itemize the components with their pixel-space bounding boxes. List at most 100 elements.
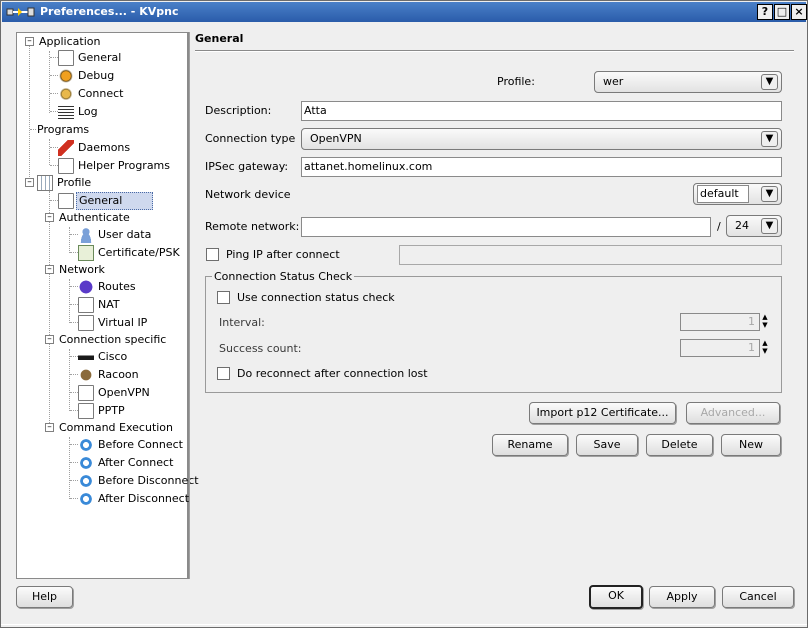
chevron-down-icon[interactable]: ▼ <box>761 186 778 202</box>
remote-network-label: Remote network: <box>205 220 300 233</box>
tree-item-pptp[interactable]: PPTP <box>78 402 127 420</box>
page-title: General <box>195 32 244 45</box>
tree-line <box>50 75 58 76</box>
success-count-spin-arrows-icon[interactable]: ▲ ▼ <box>759 339 771 357</box>
ok-button[interactable]: OK <box>589 585 643 609</box>
tree-line <box>69 227 70 253</box>
ping-ip-field[interactable] <box>399 245 782 265</box>
collapse-command-execution-icon[interactable]: – <box>45 423 54 432</box>
remote-network-field[interactable] <box>301 217 711 237</box>
collapse-network-icon[interactable]: – <box>45 265 54 274</box>
help-button[interactable]: Help <box>16 586 73 608</box>
tree-line <box>50 200 58 201</box>
rename-button[interactable]: Rename <box>492 434 568 456</box>
cancel-button[interactable]: Cancel <box>722 586 794 608</box>
netmask-value: 24 <box>735 219 749 232</box>
user-icon <box>78 227 94 243</box>
tree-item-routes[interactable]: Routes <box>78 278 138 296</box>
advanced-button[interactable]: Advanced... <box>686 402 780 424</box>
title-bar[interactable]: Preferences... - KVpnc ? □ × <box>2 2 807 22</box>
tree-item-openvpn[interactable]: OpenVPN <box>78 384 152 402</box>
tree-item-app-general[interactable]: General <box>58 49 123 67</box>
tree-item-command-execution[interactable]: Command Execution <box>57 419 175 437</box>
import-p12-button[interactable]: Import p12 Certificate... <box>529 402 676 424</box>
reconnect-label[interactable]: Do reconnect after connection lost <box>237 367 428 380</box>
use-status-check-label[interactable]: Use connection status check <box>237 291 395 304</box>
network-device-input[interactable]: default <box>697 185 749 203</box>
profile-label: Profile: <box>497 75 535 88</box>
collapse-connection-specific-icon[interactable]: – <box>45 335 54 344</box>
tree-item-virtual-ip[interactable]: Virtual IP <box>78 314 149 332</box>
delete-button[interactable]: Delete <box>646 434 713 456</box>
tree-line <box>70 252 78 253</box>
document-icon <box>58 50 74 66</box>
success-count-field[interactable]: 1 <box>680 339 760 357</box>
tree-line <box>70 392 78 393</box>
tree-item-profile[interactable]: Profile <box>37 174 93 192</box>
chevron-down-icon[interactable]: ▼ <box>761 74 778 90</box>
tree-item-connect[interactable]: Connect <box>58 85 125 103</box>
connection-type-select[interactable]: OpenVPN ▼ <box>301 128 782 150</box>
tree-item-nat[interactable]: NAT <box>78 296 122 314</box>
collapse-profile-icon[interactable]: – <box>25 178 34 187</box>
close-button[interactable]: × <box>791 4 807 20</box>
network-device-label: Network device <box>205 188 291 201</box>
tree-item-before-connect[interactable]: Before Connect <box>78 436 185 454</box>
tree-item-daemons[interactable]: Daemons <box>58 139 132 157</box>
use-status-check-checkbox[interactable] <box>217 291 230 304</box>
collapse-application-icon[interactable]: – <box>25 37 34 46</box>
tree-line <box>70 462 78 463</box>
preferences-tree[interactable]: – Application General Debug Connect Log … <box>16 32 199 579</box>
netmask-separator: / <box>717 220 721 233</box>
ipsec-gateway-field[interactable]: attanet.homelinux.com <box>301 157 782 177</box>
document-icon <box>58 193 74 209</box>
tree-item-programs[interactable]: Programs <box>35 121 91 139</box>
tree-item-after-disconnect[interactable]: After Disconnect <box>78 490 191 508</box>
tree-item-profile-general[interactable]: General <box>58 192 154 210</box>
help-title-button[interactable]: ? <box>757 4 773 20</box>
tree-item-certificate-psk[interactable]: Certificate/PSK <box>78 244 182 262</box>
interval-field[interactable]: 1 <box>680 313 760 331</box>
collapse-authenticate-icon[interactable]: – <box>45 213 54 222</box>
tree-item-connection-specific[interactable]: Connection specific <box>57 331 168 349</box>
preferences-window: Preferences... - KVpnc ? □ × – Applicati… <box>0 0 808 628</box>
refresh-icon <box>78 455 94 471</box>
chevron-down-icon[interactable]: ▼ <box>761 131 778 147</box>
tree-item-racoon[interactable]: Racoon <box>78 366 141 384</box>
panel-splitter[interactable] <box>189 32 193 579</box>
netmask-select[interactable]: 24 ▼ <box>726 215 782 237</box>
tree-item-after-connect[interactable]: After Connect <box>78 454 175 472</box>
ping-ip-label[interactable]: Ping IP after connect <box>226 248 340 261</box>
tree-item-before-disconnect[interactable]: Before Disconnect <box>78 472 201 490</box>
tree-item-cisco[interactable]: Cisco <box>78 348 129 366</box>
kvpnc-app-icon <box>6 7 35 17</box>
document-icon <box>58 158 74 174</box>
interval-spin-arrows-icon[interactable]: ▲ ▼ <box>759 313 771 331</box>
profile-grid-icon <box>37 175 53 191</box>
maximize-button[interactable]: □ <box>774 4 790 20</box>
chevron-down-icon[interactable]: ▼ <box>761 218 778 234</box>
tree-item-user-data[interactable]: User data <box>78 226 153 244</box>
new-button[interactable]: New <box>721 434 781 456</box>
tree-item-authenticate[interactable]: Authenticate <box>57 209 132 227</box>
reconnect-checkbox[interactable] <box>217 367 230 380</box>
tree-line <box>50 57 58 58</box>
profile-select[interactable]: wer ▼ <box>594 71 782 93</box>
cisco-icon <box>78 349 94 365</box>
connection-type-label: Connection type <box>205 132 296 145</box>
refresh-icon <box>78 473 94 489</box>
tree-item-log[interactable]: Log <box>58 103 100 121</box>
interval-label: Interval: <box>219 316 265 329</box>
tree-item-network[interactable]: Network <box>57 261 107 279</box>
apply-button[interactable]: Apply <box>649 586 715 608</box>
tree-line <box>70 444 78 445</box>
ping-ip-checkbox[interactable] <box>206 248 219 261</box>
save-button[interactable]: Save <box>576 434 638 456</box>
network-device-select[interactable]: default ▼ <box>693 183 782 205</box>
log-lines-icon <box>58 104 74 120</box>
tree-line <box>70 356 78 357</box>
tree-line <box>70 304 78 305</box>
tree-item-helper-programs[interactable]: Helper Programs <box>58 157 172 175</box>
tree-item-debug[interactable]: Debug <box>58 67 116 85</box>
description-field[interactable]: Atta <box>301 101 782 121</box>
